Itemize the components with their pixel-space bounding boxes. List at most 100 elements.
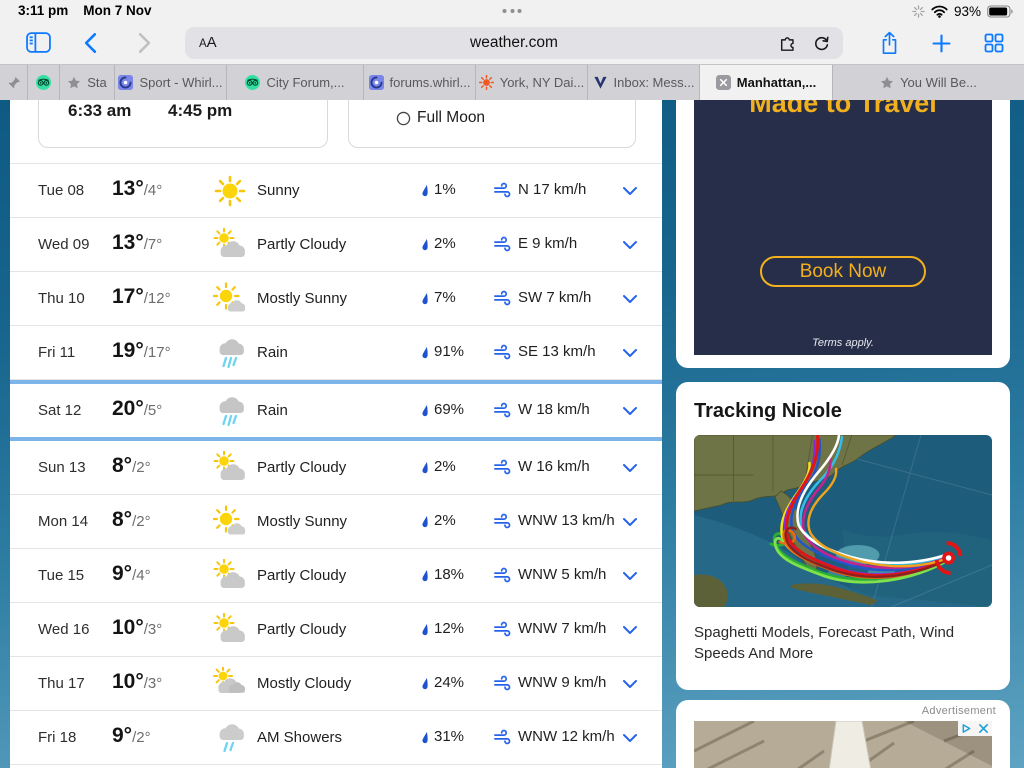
multitasking-dots-icon xyxy=(502,9,522,13)
wind-icon xyxy=(493,729,512,745)
tab-overview-button[interactable] xyxy=(984,33,1004,53)
forecast-day: Wed 09 xyxy=(38,236,90,253)
temperature: 8°/2° xyxy=(112,508,151,532)
high-temp: 8° xyxy=(112,454,133,477)
forward-button[interactable] xyxy=(138,32,151,54)
precipitation: 2% xyxy=(418,512,456,529)
extensions-button[interactable] xyxy=(779,34,797,52)
wind-icon xyxy=(493,675,512,691)
hurricane-map-image xyxy=(694,435,992,607)
expand-chevron-icon[interactable] xyxy=(622,406,638,416)
browser-tab[interactable]: Sta xyxy=(60,65,115,100)
weather-condition-icon xyxy=(213,667,247,701)
adchoices-icon[interactable] xyxy=(958,721,975,736)
travel-ad[interactable]: Made to Travel Book Now Terms apply. xyxy=(694,100,992,355)
forecast-row[interactable]: Sun 13 8°/2° Partly Cloudy 2% W 16 km/h xyxy=(10,441,662,495)
wind-label: WNW 7 km/h xyxy=(518,620,607,637)
forecast-row[interactable]: Wed 09 13°/7° Partly Cloudy 2% E 9 km/h xyxy=(10,218,662,272)
tab-favicon xyxy=(715,75,731,90)
weather-condition-icon xyxy=(213,559,247,593)
tab-favicon xyxy=(368,75,384,90)
expand-chevron-icon[interactable] xyxy=(622,240,638,250)
browser-tab[interactable]: You Will Be... xyxy=(833,65,1024,100)
forecast-row[interactable]: Tue 15 9°/4° Partly Cloudy 18% WNW 5 km/… xyxy=(10,549,662,603)
temperature: 9°/2° xyxy=(112,724,151,748)
high-temp: 9° xyxy=(112,724,133,747)
expand-chevron-icon[interactable] xyxy=(622,517,638,527)
precip-percent: 18% xyxy=(434,566,465,583)
precip-percent: 2% xyxy=(434,235,456,252)
reload-button[interactable] xyxy=(813,35,830,52)
expand-chevron-icon[interactable] xyxy=(622,571,638,581)
advertisement-label: Advertisement xyxy=(921,705,996,717)
precip-percent: 2% xyxy=(434,512,456,529)
precipitation: 2% xyxy=(418,235,456,252)
expand-chevron-icon[interactable] xyxy=(622,348,638,358)
forecast-row[interactable]: Thu 10 17°/12° Mostly Sunny 7% SW 7 km/h xyxy=(10,272,662,326)
ad-image[interactable] xyxy=(694,721,992,768)
forecast-row[interactable]: Fri 18 9°/2° AM Showers 31% WNW 12 km/h xyxy=(10,711,662,765)
browser-tab[interactable]: forums.whirl... xyxy=(364,65,476,100)
high-temp: 20° xyxy=(112,397,144,420)
page-background: 6:33 am 4:45 pm Full Moon Tue 08 13°/4° … xyxy=(0,100,1024,768)
wind-icon xyxy=(493,402,512,418)
forecast-row[interactable]: Mon 14 8°/2° Mostly Sunny 2% WNW 13 km/h xyxy=(10,495,662,549)
browser-tab[interactable]: City Forum,... xyxy=(227,65,364,100)
temperature: 9°/4° xyxy=(112,562,151,586)
wind-icon xyxy=(493,182,512,198)
address-bar[interactable]: AA weather.com xyxy=(185,27,843,59)
droplet-icon xyxy=(418,459,430,475)
wind: WNW 9 km/h xyxy=(493,674,606,691)
travel-ad-card: Made to Travel Book Now Terms apply. xyxy=(676,100,1010,368)
low-temp: /17° xyxy=(143,344,171,361)
forecast-row[interactable]: Sat 12 20°/5° Rain 69% W 18 km/h xyxy=(10,380,662,441)
wind-label: W 18 km/h xyxy=(518,401,590,418)
wind-label: WNW 13 km/h xyxy=(518,512,615,529)
condition-label: Partly Cloudy xyxy=(257,236,347,253)
book-now-button[interactable]: Book Now xyxy=(760,256,926,287)
precipitation: 7% xyxy=(418,289,456,306)
droplet-icon xyxy=(418,675,430,691)
forecast-row[interactable]: Fri 11 19°/17° Rain 91% SE 13 km/h xyxy=(10,326,662,380)
temperature: 13°/4° xyxy=(112,177,162,201)
share-button[interactable] xyxy=(880,31,899,55)
forecast-row[interactable]: Thu 17 10°/3° Mostly Cloudy 24% WNW 9 km… xyxy=(10,657,662,711)
forecast-row[interactable]: Wed 16 10°/3° Partly Cloudy 12% WNW 7 km… xyxy=(10,603,662,657)
wifi-icon xyxy=(931,5,948,18)
clock: 3:11 pm xyxy=(18,3,69,18)
tab-favicon xyxy=(593,75,608,90)
expand-chevron-icon[interactable] xyxy=(622,625,638,635)
forecast-row[interactable]: Tue 08 13°/4° Sunny 1% N 17 km/h xyxy=(10,164,662,218)
sidebar-toggle-button[interactable] xyxy=(26,32,51,53)
ad-close-icon[interactable] xyxy=(975,721,992,736)
wind: SW 7 km/h xyxy=(493,289,591,306)
browser-tab[interactable]: York, NY Dai... xyxy=(476,65,588,100)
forecast-day: Thu 10 xyxy=(38,290,85,307)
browser-tab[interactable]: Sport - Whirl... xyxy=(115,65,227,100)
back-button[interactable] xyxy=(84,32,97,54)
new-tab-button[interactable] xyxy=(932,34,951,53)
low-temp: /3° xyxy=(143,675,163,692)
condition-label: Rain xyxy=(257,402,288,419)
low-temp: /7° xyxy=(143,236,163,253)
browser-tab[interactable] xyxy=(0,65,28,100)
browser-tab[interactable]: Manhattan,... xyxy=(700,65,833,100)
high-temp: 17° xyxy=(112,285,144,308)
toolbar-right xyxy=(880,31,1004,55)
expand-chevron-icon[interactable] xyxy=(622,186,638,196)
browser-tab[interactable]: Inbox: Mess... xyxy=(588,65,700,100)
droplet-icon xyxy=(418,513,430,529)
forecast-day: Sun 13 xyxy=(38,459,86,476)
expand-chevron-icon[interactable] xyxy=(622,733,638,743)
droplet-icon xyxy=(418,182,430,198)
expand-chevron-icon[interactable] xyxy=(622,679,638,689)
browser-tab[interactable] xyxy=(28,65,60,100)
wind: N 17 km/h xyxy=(493,181,586,198)
tracking-nicole-card[interactable]: Tracking Nicole Spaghetti Models, Foreca… xyxy=(676,382,1010,690)
wind-label: WNW 12 km/h xyxy=(518,728,615,745)
forecast-day: Thu 17 xyxy=(38,675,85,692)
expand-chevron-icon[interactable] xyxy=(622,294,638,304)
high-temp: 13° xyxy=(112,231,144,254)
expand-chevron-icon[interactable] xyxy=(622,463,638,473)
forecast-table: Tue 08 13°/4° Sunny 1% N 17 km/h Wed 09 … xyxy=(10,163,662,765)
